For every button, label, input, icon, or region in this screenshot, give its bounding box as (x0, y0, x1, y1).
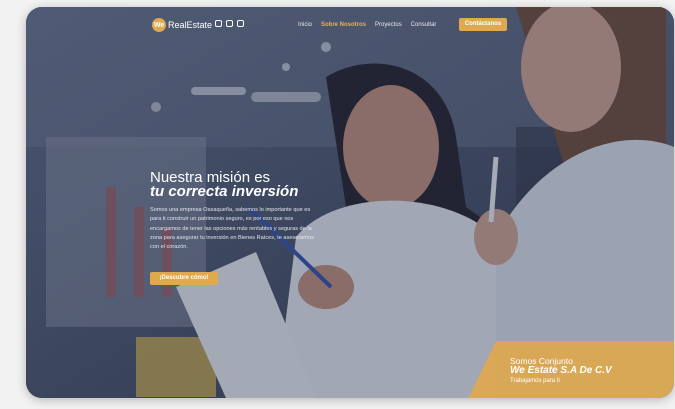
nav-item-sobre-nosotros[interactable]: Sobre Nosotros (321, 22, 366, 28)
social-links (215, 20, 244, 27)
site-logo[interactable]: We RealEstate (152, 18, 212, 32)
linkedin-icon[interactable] (237, 20, 244, 27)
logo-text: RealEstate (168, 20, 213, 30)
browser-frame: We RealEstate Inicio Sobre Nosotros Proy… (26, 7, 674, 398)
top-navbar: We RealEstate Inicio Sobre Nosotros Proy… (26, 7, 674, 43)
logo-badge: We (152, 18, 166, 32)
facebook-icon[interactable] (215, 20, 222, 27)
promo-tagline: Trabajamos para ti (510, 378, 560, 384)
promo-company-name: We Estate S.A De C.V (510, 365, 612, 376)
instagram-icon[interactable] (226, 20, 233, 27)
nav-item-proyectos[interactable]: Proyectos (375, 22, 402, 28)
hero-background-photo (26, 7, 674, 398)
nav-item-consultar[interactable]: Consultar (411, 22, 437, 28)
main-nav: Inicio Sobre Nosotros Proyectos Consulta… (298, 22, 436, 28)
promo-banner: Somos Conjunto We Estate S.A De C.V Trab… (466, 341, 674, 398)
contact-button[interactable]: Contáctanos (459, 18, 507, 31)
discover-button[interactable]: ¡Descubre cómo! (150, 272, 218, 285)
hero-description: Somos una empresa Oaxaqueña, sabemos lo … (150, 207, 314, 251)
hero-title-line2: tu correcta inversión (150, 183, 299, 200)
nav-item-inicio[interactable]: Inicio (298, 22, 312, 28)
